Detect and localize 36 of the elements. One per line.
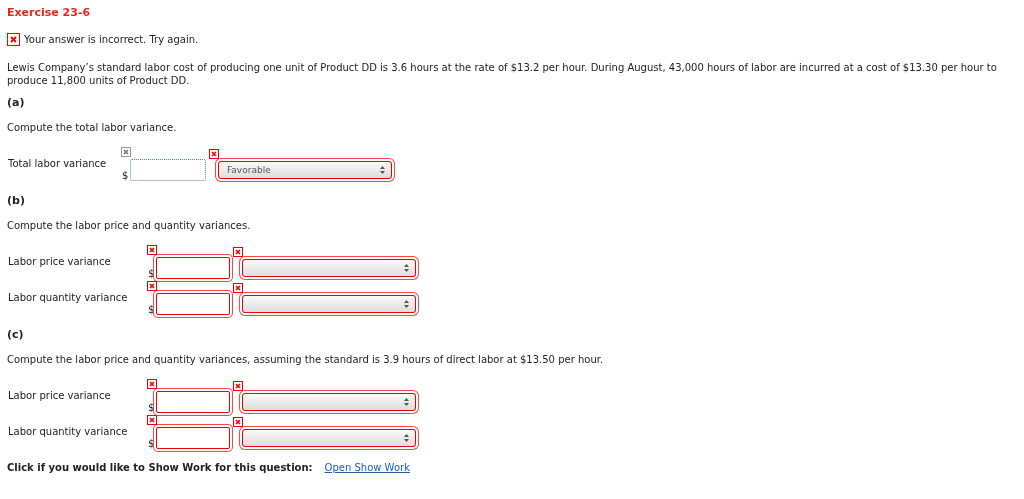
updown-arrow-icon: [404, 300, 409, 308]
part-heading: (c): [7, 328, 25, 341]
show-work-prompt: Click if you would like to Show Work for this question:: [7, 462, 313, 473]
amount-input-field[interactable]: [130, 159, 206, 181]
amount-input-field[interactable]: [156, 293, 230, 315]
feedback-message: Your answer is incorrect. Try again.: [24, 34, 199, 45]
updown-arrow-icon: [404, 398, 409, 406]
currency-sign: $: [148, 304, 156, 315]
field-label: Labor quantity variance: [7, 425, 129, 437]
updown-arrow-icon: [380, 166, 385, 174]
updown-arrow-icon: [404, 264, 409, 272]
part-heading: (a): [7, 96, 26, 109]
field-label: Total labor variance: [7, 157, 108, 169]
dropdown-select[interactable]: [242, 295, 416, 313]
part-heading: (b): [7, 194, 26, 207]
amount-input-field[interactable]: [156, 391, 230, 413]
instruction-text: Compute the total labor variance.: [7, 122, 178, 133]
field-label: Labor price variance: [7, 255, 112, 267]
field-label: Labor quantity variance: [7, 291, 129, 303]
currency-sign: $: [148, 402, 156, 413]
amount-input-field[interactable]: [156, 427, 230, 449]
updown-arrow-icon: [404, 434, 409, 442]
instruction-text: Compute the labor price and quantity variances.: [7, 220, 252, 231]
field-label: Labor price variance: [7, 389, 112, 401]
dropdown-select[interactable]: [242, 259, 416, 277]
dropdown-select[interactable]: [242, 393, 416, 411]
currency-sign: $: [148, 438, 156, 449]
exercise-title: Exercise 23-6: [7, 6, 92, 19]
dropdown-select[interactable]: [242, 429, 416, 447]
currency-sign: $: [148, 268, 156, 279]
amount-input-field[interactable]: [156, 257, 230, 279]
currency-sign: $: [122, 170, 130, 181]
instruction-text: Compute the labor price and quantity variances, assuming the standard is 3.9 hours of direct labor at $13.50 per hour.: [7, 354, 605, 365]
open-show-work-link[interactable]: Open Show Work: [324, 462, 410, 473]
dropdown-select[interactable]: Favorable: [218, 161, 392, 179]
problem-text: Lewis Company’s standard labor cost of producing one unit of Product DD is 3.6 hours at the rate of $13.2 per hour. During August, 43,000 hours of labor are incurred at a cost of $13.30 per hour to produce 11,800 units of Product DD.: [7, 61, 998, 87]
